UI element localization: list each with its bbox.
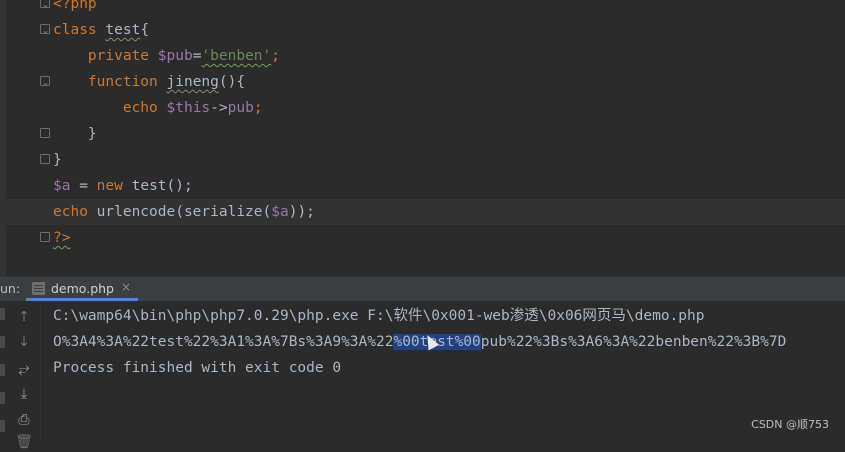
string-literal: 'benben' [201,48,272,64]
brace: } [87,126,97,142]
brace: { [140,22,150,38]
property-reference: pub [227,100,254,116]
output-text: pub%22%3Bs%3A6%3A%22benben%22%3B%7D [480,334,787,350]
code-line-1[interactable]: <?php [0,0,845,17]
arrow-operator: -> [210,100,228,116]
tab-label: demo.php [51,281,114,296]
code-editor[interactable]: <?php class test{ private $pub='benben';… [0,0,845,276]
tab-demo-php[interactable]: demo.php × [26,277,138,301]
brace: } [53,152,62,168]
assign-operator: = [70,178,97,194]
class-keyword: class [53,22,97,38]
up-arrow-icon[interactable]: ↑ [14,307,34,327]
trash-icon[interactable]: 🗑 [14,432,34,452]
fold-marker-icon[interactable] [40,154,50,164]
fold-marker-icon[interactable] [40,232,50,242]
watermark: CSDN @顺753 [751,418,829,431]
soft-wrap-icon[interactable]: ⥂ [14,359,34,379]
method-name: jineng [166,74,219,90]
side-marker [0,420,5,432]
function-keyword: function [87,74,158,90]
code-line-3[interactable]: private $pub='benben'; [0,43,845,69]
fold-marker-icon[interactable] [40,0,50,8]
code-line-8[interactable]: $a = new test(); [0,173,845,199]
console-output-line[interactable]: O%3A4%3A%22test%22%3A1%3A%7Bs%3A9%3A%22%… [53,329,786,355]
console-exit-line: Process finished with exit code 0 [53,360,342,376]
function-call-close: )); [288,204,315,220]
php-file-icon [32,282,45,295]
semicolon: ; [271,48,280,64]
code-line-10[interactable]: ?> [0,225,845,251]
code-line-7[interactable]: } [0,147,845,173]
fold-marker-icon[interactable] [40,128,50,138]
console-command-line[interactable]: C:\wamp64\bin\php\php7.0.29\php.exe F:\软… [53,303,704,329]
code-line-5[interactable]: echo $this->pub; [0,95,845,121]
php-close-tag: ?> [53,230,71,246]
output-text: O%3A4%3A%22test%22%3A1%3A%7Bs%3A9%3A%22 [53,334,394,350]
code-line-2[interactable]: class test{ [0,17,845,43]
new-keyword: new [96,178,123,194]
method-parens: (){ [218,74,246,90]
code-line-4[interactable]: function jineng(){ [0,69,845,95]
private-keyword: private [87,48,150,64]
side-marker [0,364,5,376]
fold-marker-icon[interactable] [40,76,50,86]
run-toolwindow-header: un: demo.php × [0,277,845,302]
echo-keyword: echo [53,204,88,220]
run-console[interactable]: ↑ ↓ ⥂ ⤓ ⎙ 🗑 C:\wamp64\bin\php\php7.0.29\… [0,302,845,450]
function-call: urlencode(serialize( [87,204,272,220]
code-line-6[interactable]: } [0,121,845,147]
side-marker [0,308,5,320]
a-variable: $a [271,204,289,220]
constructor-call: test(); [122,178,193,194]
down-arrow-icon[interactable]: ↓ [14,332,34,352]
run-label: un: [0,281,21,296]
echo-keyword: echo [122,100,158,116]
fold-marker-icon[interactable] [40,24,50,34]
this-variable: $this [166,100,211,116]
a-variable: $a [53,178,71,194]
console-toolbar: ↑ ↓ ⥂ ⤓ ⎙ 🗑 [0,302,41,450]
side-marker [0,336,5,348]
php-open-tag: <?php [53,0,97,12]
code-line-9[interactable]: echo urlencode(serialize($a)); [0,199,845,225]
side-marker [0,392,5,404]
print-icon[interactable]: ⎙ [14,410,34,430]
class-name: test [105,22,141,38]
property-variable: $pub [157,48,193,64]
scroll-to-end-icon[interactable]: ⤓ [14,384,34,404]
semicolon: ; [253,100,263,116]
close-icon[interactable]: × [121,280,131,294]
